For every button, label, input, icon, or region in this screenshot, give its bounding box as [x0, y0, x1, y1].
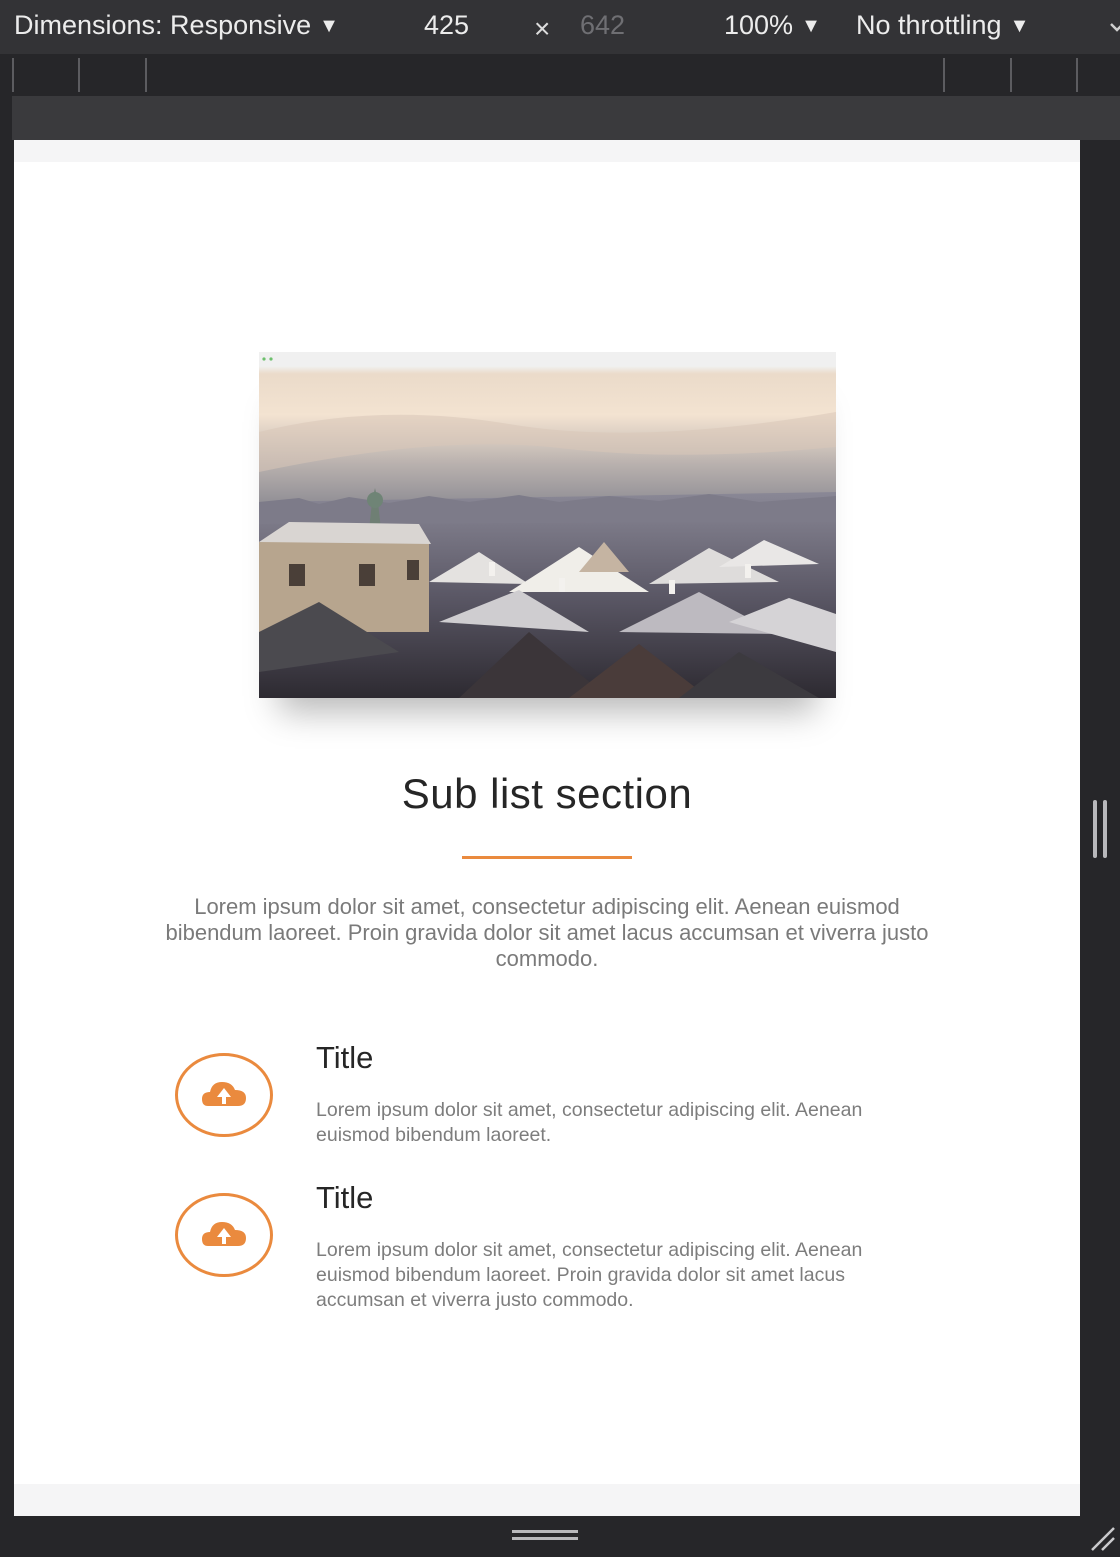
width-input[interactable]: 425: [424, 8, 469, 42]
height-resize-handle[interactable]: [512, 1528, 578, 1542]
width-resize-handle[interactable]: [1093, 800, 1111, 858]
throttling-dropdown[interactable]: No throttling ▼: [856, 8, 1029, 45]
cloud-upload-icon: [174, 1192, 274, 1278]
page-top-band: [14, 140, 1080, 162]
cloud-upload-icon: [174, 1052, 274, 1138]
caret-down-icon: ▼: [1009, 15, 1030, 37]
feature-title: Title: [316, 1040, 374, 1075]
feature-text: Lorem ipsum dolor sit amet, consectetur …: [316, 1239, 863, 1311]
media-query-ruler[interactable]: [0, 54, 1120, 96]
resize-grip-icon[interactable]: [1086, 1522, 1116, 1552]
dimensions-label: Dimensions: Responsive: [14, 10, 312, 40]
throttling-label: No throttling: [856, 10, 1002, 40]
ruler-segment[interactable]: [145, 58, 147, 92]
title-underline: [462, 856, 632, 859]
device-ruler-bar: [0, 96, 1120, 140]
city-rooftops-photo: [259, 352, 836, 698]
height-input[interactable]: 642: [580, 8, 625, 42]
hero-image: [259, 352, 836, 698]
dimensions-dropdown[interactable]: Dimensions: Responsive ▼: [14, 8, 339, 45]
more-options-icon[interactable]: [1110, 8, 1120, 50]
image-indicator-dots: [262, 357, 273, 361]
section-intro-text: Lorem ipsum dolor sit amet, consectetur …: [165, 894, 929, 971]
section-title: Sub list section: [401, 770, 693, 817]
caret-down-icon: ▼: [319, 15, 339, 37]
ruler-segment[interactable]: [78, 58, 80, 92]
viewport-left-edge: [0, 96, 12, 1553]
emulated-viewport: Sub list section Lorem ipsum dolor sit a…: [14, 140, 1080, 1516]
ruler-segment[interactable]: [1076, 58, 1078, 92]
zoom-dropdown[interactable]: 100% ▼: [724, 8, 821, 45]
feature-title: Title: [316, 1180, 374, 1215]
times-icon: ×: [534, 13, 551, 44]
ruler-segment[interactable]: [1010, 58, 1012, 92]
device-toolbar: Dimensions: Responsive ▼ 425 × 642 100% ▼ …: [0, 0, 1120, 54]
caret-down-icon: ▼: [801, 15, 821, 37]
page-bottom-band: [14, 1484, 1080, 1516]
feature-text: Lorem ipsum dolor sit amet, consectetur …: [316, 1099, 863, 1146]
zoom-label: 100%: [724, 10, 794, 40]
ruler-segment[interactable]: [943, 58, 945, 92]
ruler-segment[interactable]: [12, 58, 14, 92]
